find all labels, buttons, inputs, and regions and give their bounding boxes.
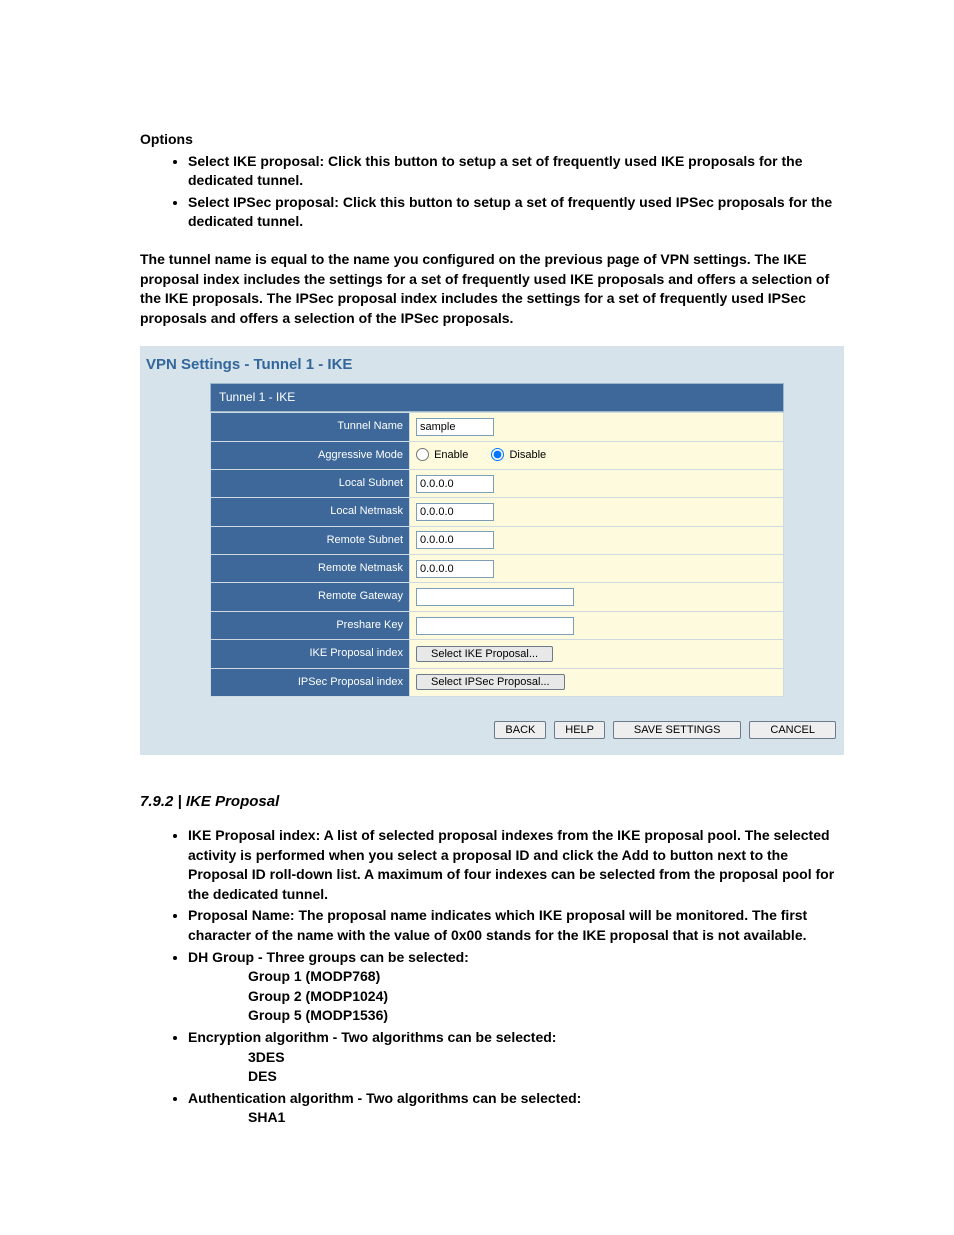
option-text: Select IKE proposal: Click this button t… (188, 153, 803, 189)
field-cell: Enable Disable (410, 441, 784, 469)
table-row: IKE Proposal index Select IKE Proposal..… (211, 640, 784, 668)
sub-item: 3DES (248, 1048, 844, 1068)
list-text: Encryption algorithm - Two algorithms ca… (188, 1029, 556, 1045)
field-label: Local Subnet (211, 469, 410, 497)
sub-item: Group 5 (MODP1536) (248, 1006, 844, 1026)
field-cell (410, 469, 784, 497)
field-cell (410, 526, 784, 554)
field-label: Aggressive Mode (211, 441, 410, 469)
list-item: IKE Proposal index: A list of selected p… (188, 826, 844, 904)
sub-item: DES (248, 1067, 844, 1087)
aggressive-enable-radio[interactable] (416, 448, 429, 461)
radio-label: Disable (509, 449, 546, 461)
panel-title: VPN Settings - Tunnel 1 - IKE (140, 346, 844, 383)
local-netmask-input[interactable] (416, 503, 494, 521)
sub-item: SHA1 (248, 1108, 844, 1128)
options-heading: Options (140, 130, 844, 150)
sub-item: Group 2 (MODP1024) (248, 987, 844, 1007)
field-label: IKE Proposal index (211, 640, 410, 668)
radio-label: Enable (434, 449, 468, 461)
field-label: IPSec Proposal index (211, 668, 410, 696)
list-text: DH Group - Three groups can be selected: (188, 949, 469, 965)
remote-gateway-input[interactable] (416, 588, 574, 606)
list-item: DH Group - Three groups can be selected:… (188, 948, 844, 1026)
cancel-button[interactable]: CANCEL (749, 721, 836, 739)
field-cell: Select IPSec Proposal... (410, 668, 784, 696)
field-label: Preshare Key (211, 611, 410, 639)
tunnel-name-input[interactable] (416, 418, 494, 436)
table-row: Tunnel Name (211, 413, 784, 441)
settings-table: Tunnel Name Aggressive Mode Enable Disab… (210, 412, 784, 697)
table-row: Local Netmask (211, 498, 784, 526)
option-text: Select IPSec proposal: Click this button… (188, 194, 832, 230)
field-label: Remote Netmask (211, 555, 410, 583)
field-cell: Select IKE Proposal... (410, 640, 784, 668)
back-button[interactable]: BACK (494, 721, 546, 739)
list-item: Select IKE proposal: Click this button t… (188, 152, 844, 191)
field-cell (410, 583, 784, 611)
field-label: Remote Gateway (211, 583, 410, 611)
field-label: Local Netmask (211, 498, 410, 526)
button-bar: BACK HELP SAVE SETTINGS CANCEL (140, 697, 844, 739)
field-cell (410, 611, 784, 639)
preshare-key-input[interactable] (416, 617, 574, 635)
remote-subnet-input[interactable] (416, 531, 494, 549)
table-row: Aggressive Mode Enable Disable (211, 441, 784, 469)
table-row: IPSec Proposal index Select IPSec Propos… (211, 668, 784, 696)
save-settings-button[interactable]: SAVE SETTINGS (613, 721, 742, 739)
page-content: Options Select IKE proposal: Click this … (0, 0, 954, 1235)
aggressive-disable-radio[interactable] (491, 448, 504, 461)
table-row: Local Subnet (211, 469, 784, 497)
select-ipsec-proposal-button[interactable]: Select IPSec Proposal... (416, 674, 565, 690)
select-ike-proposal-button[interactable]: Select IKE Proposal... (416, 646, 553, 662)
list-item: Authentication algorithm - Two algorithm… (188, 1089, 844, 1128)
sub-item: Group 1 (MODP768) (248, 967, 844, 987)
list-item: Proposal Name: The proposal name indicat… (188, 906, 844, 945)
table-row: Remote Gateway (211, 583, 784, 611)
vpn-settings-panel: VPN Settings - Tunnel 1 - IKE Tunnel 1 -… (140, 346, 844, 755)
field-label: Remote Subnet (211, 526, 410, 554)
ike-proposal-list: IKE Proposal index: A list of selected p… (140, 826, 844, 1128)
help-button[interactable]: HELP (554, 721, 605, 739)
field-cell (410, 555, 784, 583)
list-text: Authentication algorithm - Two algorithm… (188, 1090, 581, 1106)
field-cell (410, 498, 784, 526)
field-cell (410, 413, 784, 441)
list-item: Select IPSec proposal: Click this button… (188, 193, 844, 232)
remote-netmask-input[interactable] (416, 560, 494, 578)
list-item: Encryption algorithm - Two algorithms ca… (188, 1028, 844, 1087)
table-row: Preshare Key (211, 611, 784, 639)
table-row: Remote Subnet (211, 526, 784, 554)
field-label: Tunnel Name (211, 413, 410, 441)
table-header: Tunnel 1 - IKE (210, 383, 784, 412)
options-list: Select IKE proposal: Click this button t… (140, 152, 844, 232)
table-row: Remote Netmask (211, 555, 784, 583)
local-subnet-input[interactable] (416, 475, 494, 493)
section-heading: 7.9.2 | IKE Proposal (140, 791, 844, 812)
paragraph: The tunnel name is equal to the name you… (140, 250, 844, 328)
